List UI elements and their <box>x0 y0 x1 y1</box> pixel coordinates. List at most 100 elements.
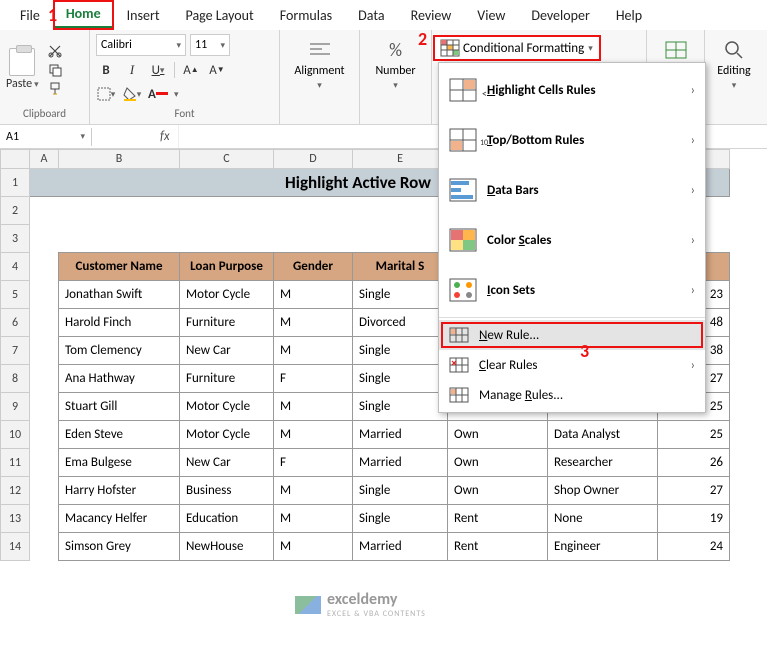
paste-button[interactable]: Paste ▾ <box>6 77 39 91</box>
cell-tenure[interactable]: Own <box>448 449 548 477</box>
menu-manage-rules[interactable]: Manage Rules... <box>439 380 705 410</box>
conditional-formatting-button[interactable]: Conditional Formatting ▾ <box>433 35 601 61</box>
cell-purpose[interactable]: Furniture <box>180 309 274 337</box>
cell-name[interactable]: Tom Clemency <box>59 337 180 365</box>
cell-name[interactable]: Ema Bulgese <box>59 449 180 477</box>
name-box[interactable]: A1▾ <box>0 128 92 146</box>
row-5[interactable]: 5 <box>1 281 30 309</box>
increase-font-button[interactable]: A▲ <box>181 60 201 80</box>
tab-insert[interactable]: Insert <box>115 3 172 28</box>
font-color-button[interactable]: A <box>148 84 168 104</box>
row-4[interactable]: 4 <box>1 253 30 281</box>
cell-name[interactable]: Simson Grey <box>59 533 180 561</box>
cell-purpose[interactable]: New Car <box>180 337 274 365</box>
cell-age[interactable]: 26 <box>658 449 730 477</box>
cell-name[interactable]: Jonathan Swift <box>59 281 180 309</box>
row-8[interactable]: 8 <box>1 365 30 393</box>
cell-gender[interactable]: M <box>274 309 353 337</box>
cell-marital[interactable]: Married <box>353 449 448 477</box>
row-2[interactable]: 2 <box>1 197 30 225</box>
cell-purpose[interactable]: Motor Cycle <box>180 281 274 309</box>
cell-profession[interactable]: None <box>548 505 658 533</box>
bold-button[interactable]: B <box>96 60 116 80</box>
cell-profession[interactable]: Engineer <box>548 533 658 561</box>
col-D[interactable]: D <box>274 150 353 169</box>
cell-purpose[interactable]: New Car <box>180 449 274 477</box>
cell-gender[interactable]: M <box>274 421 353 449</box>
row-12[interactable]: 12 <box>1 477 30 505</box>
font-size-select[interactable]: 11▾ <box>190 34 230 56</box>
cell-purpose[interactable]: Business <box>180 477 274 505</box>
cell-purpose[interactable]: Motor Cycle <box>180 421 274 449</box>
row-13[interactable]: 13 <box>1 505 30 533</box>
cell-gender[interactable]: F <box>274 449 353 477</box>
cell-gender[interactable]: M <box>274 281 353 309</box>
tab-data[interactable]: Data <box>346 3 396 28</box>
font-name-select[interactable]: Calibri▾ <box>96 34 186 56</box>
decrease-font-button[interactable]: A▼ <box>207 60 227 80</box>
fx-icon[interactable]: fx <box>152 129 178 144</box>
cell-purpose[interactable]: NewHouse <box>180 533 274 561</box>
tab-page-layout[interactable]: Page Layout <box>174 3 266 28</box>
tab-review[interactable]: Review <box>399 3 464 28</box>
menu-icon-sets[interactable]: Icon Sets › <box>439 265 705 315</box>
cell-name[interactable]: Macancy Helfer <box>59 505 180 533</box>
row-14[interactable]: 14 <box>1 533 30 561</box>
cell-marital[interactable]: Single <box>353 505 448 533</box>
menu-data-bars[interactable]: Data Bars › <box>439 165 705 215</box>
cell-marital[interactable]: Single <box>353 337 448 365</box>
cell-profession[interactable]: Researcher <box>548 449 658 477</box>
cell-gender[interactable]: M <box>274 393 353 421</box>
hdr-customer-name[interactable]: Customer Name <box>59 253 180 281</box>
format-painter-icon[interactable] <box>47 81 63 97</box>
select-all-corner[interactable] <box>1 150 30 169</box>
menu-color-scales[interactable]: Color Scales › <box>439 215 705 265</box>
cell-tenure[interactable]: Rent <box>448 505 548 533</box>
cell-purpose[interactable]: Motor Cycle <box>180 393 274 421</box>
cell-marital[interactable]: Single <box>353 477 448 505</box>
hdr-marital[interactable]: Marital S <box>353 253 448 281</box>
tab-file[interactable]: File <box>8 3 52 28</box>
hdr-gender[interactable]: Gender <box>274 253 353 281</box>
cell-name[interactable]: Eden Steve <box>59 421 180 449</box>
copy-icon[interactable] <box>47 62 63 78</box>
tab-help[interactable]: Help <box>604 3 654 28</box>
cell-marital[interactable]: Married <box>353 533 448 561</box>
menu-new-rule[interactable]: New Rule... <box>439 320 705 350</box>
cell-tenure[interactable]: Own <box>448 477 548 505</box>
cell-purpose[interactable]: Furniture <box>180 365 274 393</box>
menu-highlight-cells-rules[interactable]: < Highlight Cells Rules › <box>439 65 705 115</box>
row-1[interactable]: 1 <box>1 169 30 197</box>
cell-tenure[interactable]: Own <box>448 421 548 449</box>
cell-age[interactable]: 27 <box>658 477 730 505</box>
menu-top-bottom-rules[interactable]: 10 Top/Bottom Rules › <box>439 115 705 165</box>
row-7[interactable]: 7 <box>1 337 30 365</box>
cell-age[interactable]: 25 <box>658 421 730 449</box>
row-3[interactable]: 3 <box>1 225 30 253</box>
tab-home[interactable]: Home <box>54 1 113 29</box>
cell-gender[interactable]: M <box>274 337 353 365</box>
cell-tenure[interactable]: Rent <box>448 533 548 561</box>
cell-marital[interactable]: Single <box>353 393 448 421</box>
cell-profession[interactable]: Data Analyst <box>548 421 658 449</box>
cell-marital[interactable]: Single <box>353 281 448 309</box>
tab-view[interactable]: View <box>465 3 517 28</box>
fill-color-button[interactable]: ▾ <box>122 84 142 104</box>
cell-marital[interactable]: Divorced <box>353 309 448 337</box>
cell-profession[interactable]: Shop Owner <box>548 477 658 505</box>
cell-gender[interactable]: F <box>274 365 353 393</box>
alignment-button[interactable]: Alignment ▾ <box>286 34 353 95</box>
cell-gender[interactable]: M <box>274 533 353 561</box>
cell-name[interactable]: Stuart Gill <box>59 393 180 421</box>
cell-marital[interactable]: Single <box>353 365 448 393</box>
cut-icon[interactable] <box>47 43 63 59</box>
cell-purpose[interactable]: Education <box>180 505 274 533</box>
borders-button[interactable]: ▾ <box>96 84 116 104</box>
row-10[interactable]: 10 <box>1 421 30 449</box>
col-B[interactable]: B <box>59 150 180 169</box>
row-11[interactable]: 11 <box>1 449 30 477</box>
row-9[interactable]: 9 <box>1 393 30 421</box>
cell-marital[interactable]: Married <box>353 421 448 449</box>
editing-button[interactable]: Editing ▾ <box>711 34 757 95</box>
cell-age[interactable]: 24 <box>658 533 730 561</box>
